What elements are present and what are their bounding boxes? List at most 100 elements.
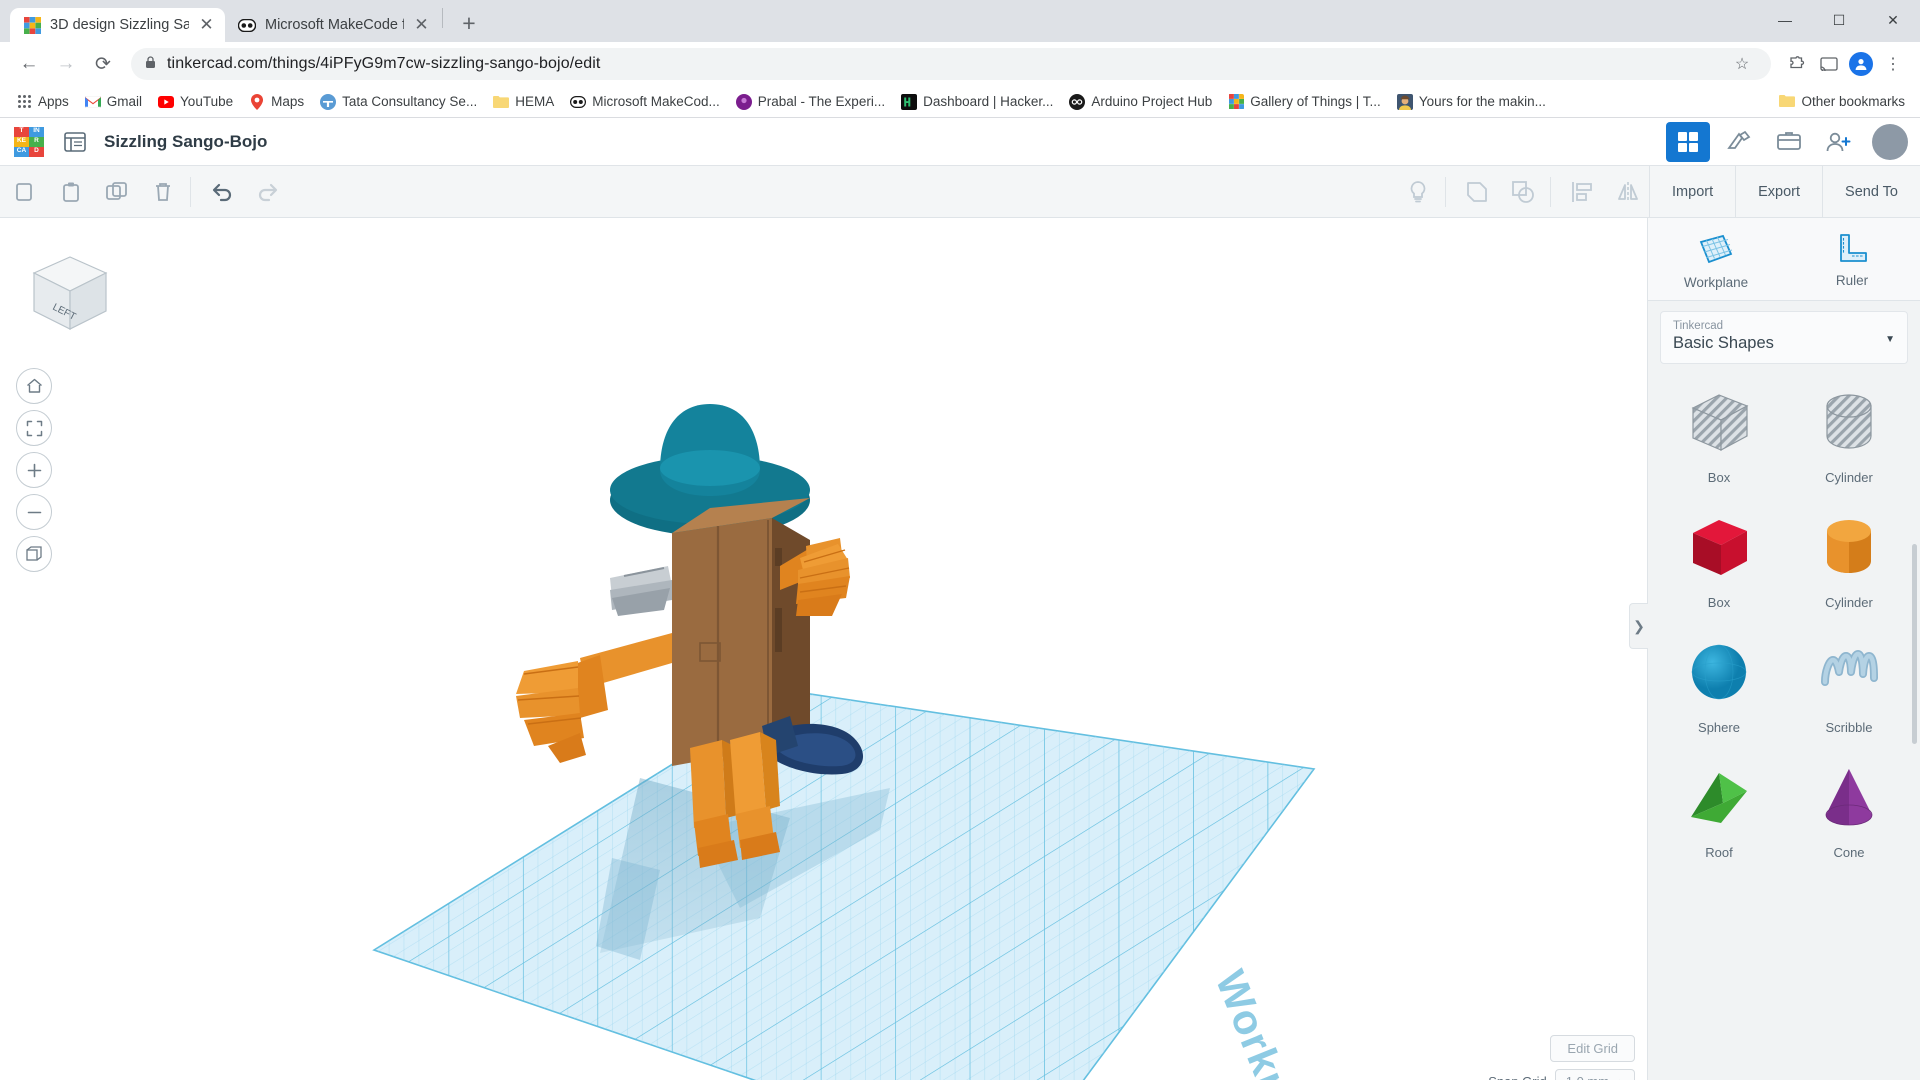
shape-label: Roof [1705, 845, 1733, 860]
shape-item-scribble[interactable]: Scribble [1784, 628, 1914, 753]
learn-icon[interactable] [1764, 118, 1814, 166]
bookmark-label: Prabal - The Experi... [757, 94, 886, 109]
fit-view-icon[interactable] [16, 410, 52, 446]
viewport-scene: Workplane [170, 218, 1598, 1080]
duplicate-icon[interactable] [96, 171, 138, 213]
gmail-icon [84, 94, 101, 110]
codeblocks-icon[interactable] [1714, 118, 1764, 166]
bookmark-prabal[interactable]: Prabal - The Experi... [729, 91, 892, 113]
browser-tab-active[interactable]: 3D design Sizzling Sango-Bojo | T ✕ [10, 8, 225, 42]
forward-button[interactable]: → [49, 47, 83, 81]
ortho-view-icon[interactable] [16, 536, 52, 572]
shape-library-select[interactable]: Tinkercad Basic Shapes ▼ [1660, 311, 1908, 364]
roof-icon [1691, 773, 1747, 823]
model-left-arm[interactable] [516, 633, 672, 763]
mirror-icon[interactable] [1607, 171, 1649, 213]
bookmark-hema[interactable]: HEMA [486, 91, 561, 113]
export-button[interactable]: Export [1735, 165, 1822, 218]
new-tab-button[interactable]: + [454, 9, 484, 37]
shape-item-cone[interactable]: Cone [1784, 753, 1914, 878]
ruler-icon [1840, 234, 1867, 262]
shape-item-sphere[interactable]: Sphere [1654, 628, 1784, 753]
back-button[interactable]: ← [12, 47, 46, 81]
shape-solid-icon[interactable] [1456, 171, 1498, 213]
bookmark-arduino[interactable]: Arduino Project Hub [1062, 91, 1219, 113]
browser-tab-strip: 3D design Sizzling Sango-Bojo | T ✕ Micr… [0, 0, 1920, 42]
extensions-icon[interactable] [1782, 49, 1812, 79]
address-bar[interactable]: tinkercad.com/things/4iPFyG9m7cw-sizzlin… [131, 48, 1771, 80]
zoom-out-icon[interactable] [16, 494, 52, 530]
align-icon[interactable] [1561, 171, 1603, 213]
shape-item-roof[interactable]: Roof [1654, 753, 1784, 878]
maximize-button[interactable]: ☐ [1812, 0, 1866, 40]
shapes-grid: Box Cylinder Box Cylinder Sphere Scribbl… [1648, 364, 1920, 1080]
cast-icon[interactable] [1814, 49, 1844, 79]
shape-item-box[interactable]: Box [1654, 503, 1784, 628]
profile-avatar[interactable] [1846, 49, 1876, 79]
model-grey-part[interactable] [610, 566, 672, 616]
bookmark-yours-for-the-making[interactable]: Yours for the makin... [1390, 91, 1553, 113]
bookmark-gmail[interactable]: Gmail [78, 91, 149, 113]
bookmark-makecode[interactable]: Microsoft MakeCod... [563, 91, 727, 113]
collapse-panel-button[interactable]: ❯ [1629, 603, 1648, 649]
paste-icon[interactable] [50, 171, 92, 213]
sidebar-scrollbar[interactable] [1912, 544, 1917, 744]
edit-grid-button[interactable]: Edit Grid [1550, 1035, 1635, 1062]
snap-grid-value: 1.0 mm [1566, 1074, 1609, 1080]
shape-label: Sphere [1698, 720, 1740, 735]
import-button[interactable]: Import [1649, 165, 1735, 218]
arduino-icon [1069, 93, 1086, 110]
grid-controls: Edit Grid Snap Grid 1.0 mm ▲ [1488, 1035, 1635, 1080]
3d-viewport[interactable]: Workplane LEFT Edit Grid [0, 218, 1647, 1080]
copy-icon[interactable] [4, 171, 46, 213]
bookmark-gallery-of-things[interactable]: Gallery of Things | T... [1221, 91, 1388, 113]
bookmark-apps[interactable]: Apps [9, 91, 76, 113]
chevron-down-icon[interactable]: ▼ [1885, 334, 1895, 345]
avatar[interactable] [1872, 123, 1908, 160]
window-close-button[interactable]: ✕ [1866, 0, 1920, 40]
hole-cylinder-icon [1826, 394, 1872, 449]
minimize-button[interactable]: — [1758, 0, 1812, 40]
invite-user-icon[interactable] [1814, 118, 1864, 166]
address-bar-url[interactable]: tinkercad.com/things/4iPFyG9m7cw-sizzlin… [167, 55, 1716, 73]
page-title[interactable]: Sizzling Sango-Bojo [104, 132, 267, 152]
reload-button[interactable]: ⟳ [86, 47, 120, 81]
browser-tab-inactive[interactable]: Microsoft MakeCode for micro:bi ✕ [225, 8, 440, 42]
lock-icon [145, 56, 156, 72]
bookmark-star-icon[interactable]: ☆ [1727, 49, 1757, 79]
logo-cell: KE [14, 136, 29, 147]
close-icon[interactable]: ✕ [198, 15, 215, 35]
bookmark-label: Microsoft MakeCod... [592, 94, 720, 109]
workplane[interactable]: Workplane [170, 218, 1598, 1080]
undo-icon[interactable] [201, 171, 243, 213]
shape-label: Scribble [1825, 720, 1873, 735]
sidebar-item-ruler[interactable]: Ruler [1784, 218, 1920, 300]
gallery-icon[interactable] [1666, 121, 1710, 162]
home-view-icon[interactable] [16, 368, 52, 404]
shape-item-hole-cylinder[interactable]: Cylinder [1784, 378, 1914, 503]
delete-icon[interactable] [142, 171, 184, 213]
sidebar-item-workplane[interactable]: Workplane [1648, 218, 1784, 300]
tinkercad-logo[interactable]: T IN KE R CA D [14, 126, 44, 157]
other-bookmarks[interactable]: Other bookmarks [1779, 94, 1911, 110]
send-to-button[interactable]: Send To [1822, 165, 1920, 218]
toolbar-right-group: Import Export Send To [1393, 165, 1920, 218]
project-grid-icon[interactable] [58, 125, 92, 159]
bookmark-maps[interactable]: Maps [242, 91, 311, 113]
close-icon[interactable]: ✕ [413, 15, 430, 35]
bookmark-tata[interactable]: Tata Consultancy Se... [313, 91, 484, 113]
chrome-menu-icon[interactable]: ⋮ [1878, 49, 1908, 79]
snap-grid-select[interactable]: 1.0 mm ▲ [1554, 1069, 1635, 1080]
shape-item-hole-box[interactable]: Box [1654, 378, 1784, 503]
redo-icon[interactable] [247, 171, 289, 213]
view-cube[interactable]: LEFT [22, 243, 117, 338]
bookmark-hackster[interactable]: Dashboard | Hacker... [894, 91, 1060, 113]
shape-item-cylinder[interactable]: Cylinder [1784, 503, 1914, 628]
light-bulb-icon[interactable] [1397, 171, 1439, 213]
bookmark-youtube[interactable]: YouTube [151, 91, 240, 113]
model-legs[interactable] [690, 732, 780, 868]
bookmark-label: Maps [271, 94, 305, 109]
zoom-in-icon[interactable] [16, 452, 52, 488]
bookmarks-bar: Apps Gmail YouTube Maps Tata Consultancy… [0, 86, 1920, 118]
group-icon[interactable] [1502, 171, 1544, 213]
